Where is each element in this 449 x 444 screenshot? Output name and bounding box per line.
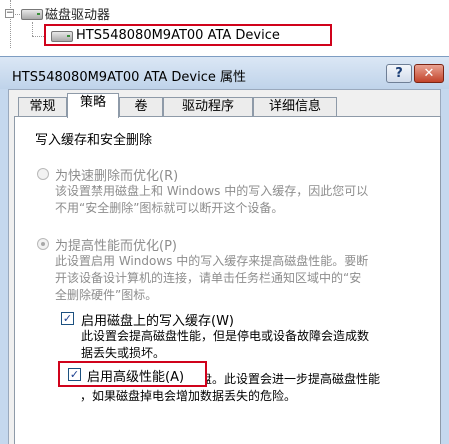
write-cache-label: 启用磁盘上的写入缓存(W) <box>81 314 234 329</box>
better-performance-radio[interactable] <box>37 238 49 250</box>
close-button[interactable]: ✕ <box>414 64 444 83</box>
advanced-performance-desc: ，如果磁盘掉电会增加数据丢失的危险。 <box>80 389 297 403</box>
tree-item-device[interactable]: HTS548080M9AT00 ATA Device <box>44 24 332 46</box>
advanced-performance-label: 启用高级性能(A) <box>87 370 185 385</box>
better-performance-desc: 开该设备设计算机的连接，请单击任务栏通知区域中的“安 <box>55 271 362 285</box>
device-tree: − 磁盘驱动器 HTS548080M9AT00 ATA Device <box>0 0 449 50</box>
device-label: HTS548080M9AT00 ATA Device <box>76 28 280 43</box>
group-title: 写入缓存和安全删除 <box>35 133 153 148</box>
collapse-toggle[interactable]: − <box>5 9 14 18</box>
drive-icon <box>21 9 43 20</box>
quick-removal-label: 为快速删除而优化(R) <box>55 169 179 184</box>
write-cache-desc: 此设置会提高磁盘性能，但是停电或设备故障会造成数 <box>81 329 370 343</box>
properties-window: HTS548080M9AT00 ATA Device 属性 ? ✕ 常规 策略 … <box>0 56 449 444</box>
tab-details[interactable]: 详细信息 <box>253 97 337 117</box>
window-title: HTS548080M9AT00 ATA Device 属性 <box>12 70 247 85</box>
tree-line <box>32 22 33 36</box>
quick-removal-desc: 该设置禁用磁盘上和 Windows 中的写入缓存，因此您可以 <box>55 184 369 198</box>
tab-general[interactable]: 常规 <box>18 97 67 117</box>
better-performance-desc: 全删除硬件”图标。 <box>55 288 158 302</box>
tree-item-disk-drives[interactable]: 磁盘驱动器 <box>45 4 110 23</box>
drive-icon <box>51 31 73 42</box>
write-cache-desc: 据丢失或损坏。 <box>81 346 166 360</box>
title-bar[interactable]: HTS548080M9AT00 ATA Device 属性 ? ✕ <box>0 57 449 89</box>
advanced-performance-checkbox[interactable]: ✓ <box>68 368 81 381</box>
tab-policies[interactable]: 策略 <box>67 93 119 118</box>
quick-removal-desc: 不用“安全删除”图标就可以断开这个设备。 <box>55 201 284 215</box>
better-performance-label: 为提高性能而优化(P) <box>55 239 177 254</box>
quick-removal-radio[interactable] <box>37 168 49 180</box>
better-performance-desc: 此设置启用 Windows 中的写入缓存来提高磁盘性能。要断 <box>55 254 369 268</box>
help-button[interactable]: ? <box>386 64 412 83</box>
advanced-performance-highlight[interactable]: ✓ 启用高级性能(A) <box>58 361 207 387</box>
tab-driver[interactable]: 驱动程序 <box>163 97 253 117</box>
write-cache-checkbox[interactable]: ✓ <box>61 312 74 325</box>
tab-volumes[interactable]: 卷 <box>119 97 163 117</box>
